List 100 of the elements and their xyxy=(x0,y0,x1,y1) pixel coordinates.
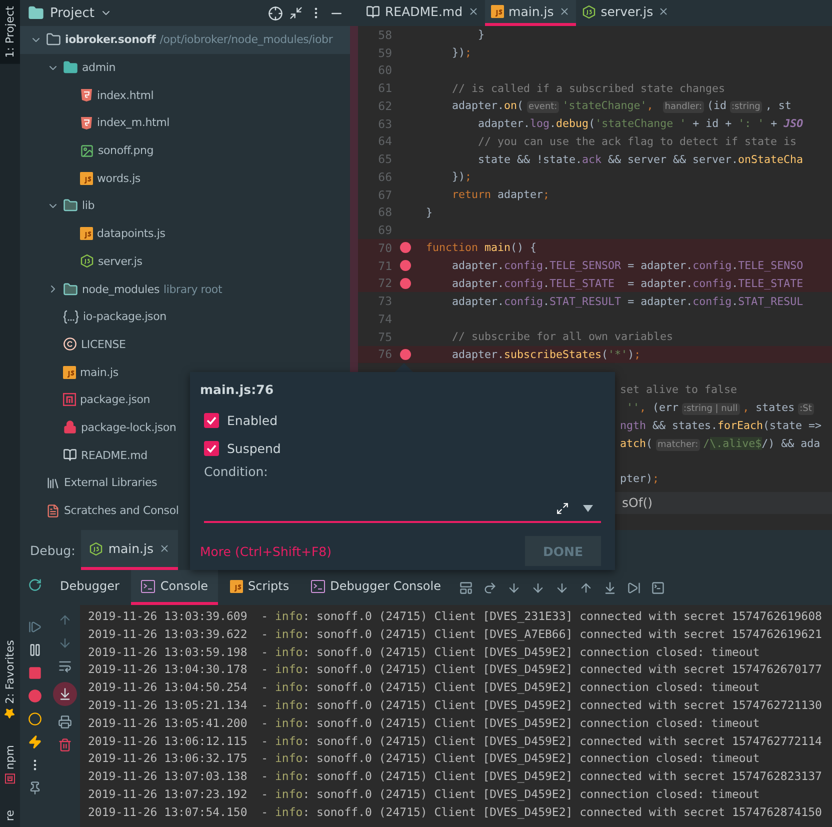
tree-item[interactable]: index_m.html xyxy=(20,109,350,137)
pin-icon[interactable] xyxy=(28,781,42,795)
close-icon[interactable] xyxy=(158,543,170,554)
editor-tab[interactable]: main.js xyxy=(484,0,576,26)
code-line: } xyxy=(425,206,433,219)
up-arrow-icon[interactable] xyxy=(58,613,72,627)
editor-tab[interactable]: server.js xyxy=(576,0,676,26)
smart-step-into-icon[interactable] xyxy=(554,580,569,594)
checkbox[interactable] xyxy=(204,440,219,456)
soft-wrap-icon[interactable] xyxy=(58,659,72,673)
line-number: 64 xyxy=(377,134,392,148)
code-line: // subscribe for all own variables xyxy=(451,330,674,344)
resume-icon[interactable] xyxy=(28,620,42,634)
skip-icon[interactable] xyxy=(626,580,641,594)
tree-item-name: iobroker.sonoff xyxy=(65,33,156,46)
line-number: 70 xyxy=(377,240,392,255)
collapse-icon[interactable] xyxy=(289,6,303,20)
run-to-cursor-icon[interactable] xyxy=(602,580,617,594)
checkbox-label[interactable]: Enabled xyxy=(227,412,278,428)
debug-tab[interactable]: main.js xyxy=(81,530,178,570)
checkbox-label[interactable]: Suspend xyxy=(227,440,281,456)
down-arrow-icon[interactable] xyxy=(58,636,72,650)
tool-window-tab[interactable]: 1: Project xyxy=(0,0,20,64)
tree-item[interactable]: LICENSE xyxy=(20,330,350,358)
tool-window-tab[interactable]: 2: Favorites xyxy=(0,634,20,726)
tree-item[interactable]: index.html xyxy=(20,81,350,110)
tree-item[interactable]: iobroker.sonoff /opt/iobroker/node_modules/iobr xyxy=(20,26,350,54)
folder-icon xyxy=(63,198,78,214)
editor-tab[interactable]: README.md xyxy=(360,0,485,26)
code-line: adapter.config.TELE_STATE = adapter.config.TELE_STATE xyxy=(451,276,804,290)
tree-item[interactable]: server.js xyxy=(20,248,350,276)
folder-icon xyxy=(28,5,44,21)
step-over-icon[interactable] xyxy=(482,580,497,594)
rerun-icon[interactable] xyxy=(28,578,42,592)
breakpoint-icon[interactable] xyxy=(400,348,410,360)
print-icon[interactable] xyxy=(58,715,72,729)
step-into-icon[interactable] xyxy=(506,580,521,594)
tree-item[interactable]: node_modules library root xyxy=(20,275,350,303)
code-line: function main() { xyxy=(425,241,537,254)
mute-breakpoints-icon[interactable] xyxy=(28,712,42,726)
lightning-icon[interactable] xyxy=(28,735,42,749)
tree-item-name: index_m.html xyxy=(97,116,170,130)
console-icon xyxy=(141,580,156,592)
lock-icon xyxy=(63,420,77,434)
dropdown-caret-icon[interactable] xyxy=(583,504,593,512)
breakpoint-icon[interactable] xyxy=(400,278,410,289)
code-line: } xyxy=(477,28,485,42)
console-line: 2019-11-26 13:07:54.150 - info: sonoff.0 (24715) Client [DVES_D459E2] connected with secret 1574762874150 xyxy=(88,804,823,821)
breadcrumb-text[interactable]: sOf() xyxy=(622,495,653,510)
js-file-icon xyxy=(490,5,504,18)
node-file-icon xyxy=(582,4,596,18)
step-out-icon[interactable] xyxy=(578,580,593,594)
trash-icon[interactable] xyxy=(58,738,72,752)
target-icon[interactable] xyxy=(268,6,283,20)
console-line: 2019-11-26 13:06:32.175 - info: sonoff.0 (24715) Client [DVES_D459E2] connection closed: timeout xyxy=(88,750,761,768)
html-file-icon xyxy=(80,116,93,130)
checkbox[interactable] xyxy=(204,412,219,428)
tree-item[interactable]: admin xyxy=(20,54,350,82)
line-number: 73 xyxy=(377,294,392,308)
tree-item[interactable]: sonoff.png xyxy=(20,136,350,164)
panel-title[interactable]: Project xyxy=(50,6,94,20)
breakpoints-icon[interactable] xyxy=(28,689,42,703)
code-line: adapter.on( event: 'stateChange', handler: (id :string , st xyxy=(451,99,792,112)
tree-item[interactable]: lib xyxy=(20,192,350,220)
console-icon xyxy=(311,580,326,592)
tool-window-tab[interactable]: npm xyxy=(0,739,20,790)
close-icon[interactable] xyxy=(558,6,570,17)
view-tab[interactable]: Debugger xyxy=(50,570,130,605)
force-step-into-icon[interactable] xyxy=(530,580,545,594)
condition-label: Condition: xyxy=(203,464,268,479)
breakpoint-icon[interactable] xyxy=(400,242,410,254)
popup-title: main.js:76 xyxy=(200,382,274,397)
expand-icon[interactable] xyxy=(556,502,569,514)
layout-icon[interactable] xyxy=(458,580,473,594)
view-tab[interactable]: Debugger Console xyxy=(301,570,451,605)
npm-file-icon xyxy=(63,393,76,406)
view-tab[interactable]: Scripts xyxy=(220,570,300,605)
star-icon xyxy=(4,708,16,720)
folder-icon xyxy=(46,32,61,48)
tree-item-name: words.js xyxy=(97,172,140,185)
tree-item[interactable]: io-package.json xyxy=(20,302,350,331)
view-tab[interactable]: Console xyxy=(131,570,218,605)
close-icon[interactable] xyxy=(468,6,479,17)
console-line: 2019-11-26 13:06:12.115 - info: sonoff.0 (24715) Client [DVES_D459E2] connected with secret 1574762772114 xyxy=(88,732,823,750)
js-file-icon xyxy=(63,366,76,379)
stop-icon[interactable] xyxy=(28,666,42,680)
close-icon[interactable] xyxy=(658,6,670,17)
tree-item[interactable]: Scratches and Consol xyxy=(20,496,350,524)
scroll-to-end-button[interactable] xyxy=(53,682,77,706)
tree-item[interactable]: words.js xyxy=(20,164,350,192)
terminal-icon[interactable] xyxy=(650,580,665,594)
tree-item-detail: /opt/iobroker/node_modules/iobr xyxy=(160,33,333,46)
tree-item-name: io-package.json xyxy=(83,310,166,324)
pause-icon[interactable] xyxy=(28,643,42,657)
tool-window-tab[interactable]: re xyxy=(0,804,20,827)
code-line: ngth && states.forEach(state => xyxy=(619,418,822,432)
tree-item[interactable]: datapoints.js xyxy=(20,220,350,248)
line-number: 68 xyxy=(377,205,392,220)
tree-item-detail: library root xyxy=(164,282,222,296)
breakpoint-icon[interactable] xyxy=(400,260,410,272)
